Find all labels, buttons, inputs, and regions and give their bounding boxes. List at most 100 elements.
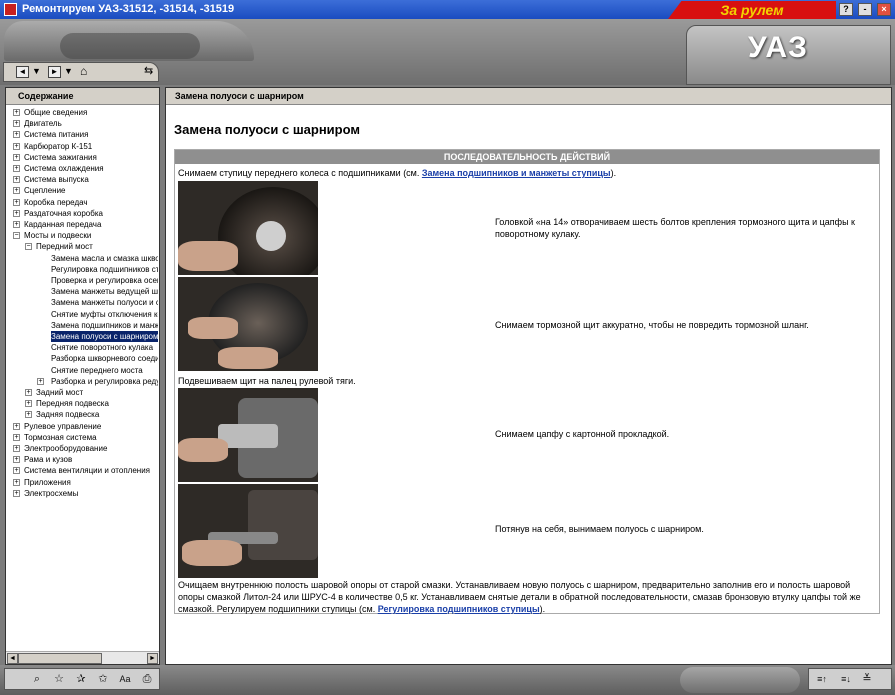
tree-expander-icon[interactable]: + [25, 411, 32, 419]
print-icon[interactable]: ⎙ [140, 672, 154, 686]
forward-arrow-icon[interactable]: ► [48, 66, 61, 78]
step-4-text: Потянув на себя, вынимаем полуось с шарн… [495, 524, 704, 534]
steps-table: ПОСЛЕДОВАТЕЛЬНОСТЬ ДЕЙСТВИЙ Снимаем ступ… [174, 149, 880, 614]
favorites-icon[interactable]: ☆ [52, 672, 66, 686]
home-icon[interactable]: ⌂ [80, 64, 87, 78]
tree-item[interactable]: Карбюратор К-151 [24, 141, 158, 152]
tree-expander-icon[interactable]: + [37, 377, 44, 385]
tree-expander-icon[interactable]: + [13, 209, 20, 217]
tree-expander-icon[interactable]: + [13, 198, 20, 206]
forward-menu-icon[interactable]: ▼ [64, 66, 73, 76]
tree-item[interactable]: Двигатель [24, 118, 158, 129]
back-arrow-icon[interactable]: ◄ [16, 66, 29, 78]
step-3-text: Снимаем цапфу с картонной прокладкой. [495, 429, 670, 439]
tree-item[interactable]: Общие сведения [24, 107, 158, 118]
tree-expander-icon[interactable]: + [25, 389, 32, 396]
section-header: ПОСЛЕДОВАТЕЛЬНОСТЬ ДЕЙСТВИЙ [175, 150, 879, 164]
tree-item[interactable]: Электрооборудование [24, 443, 158, 454]
tree-expander-icon[interactable]: + [13, 120, 20, 128]
tree-item[interactable]: Регулировка подшипников сту [51, 264, 158, 275]
tree-expander-icon[interactable]: + [13, 165, 20, 172]
tree-item[interactable]: Приложения [24, 477, 158, 488]
help-button[interactable]: ? [839, 3, 853, 16]
remove-favorite-icon[interactable]: ✩ [96, 672, 110, 686]
tree-item[interactable]: Замена подшипников и манже [51, 320, 158, 331]
tree-item[interactable]: Система вентиляции и отопления [24, 465, 158, 476]
step-2-text: Снимаем тормозной щит аккуратно, чтобы н… [495, 320, 809, 330]
tree-item[interactable]: Задняя подвеска [36, 409, 158, 420]
collapse-icon[interactable]: ≚ [860, 672, 874, 686]
contents-tree[interactable]: + Общие сведения + Двигатель + Система питани… [6, 105, 159, 651]
tree-expander-icon[interactable]: + [13, 478, 20, 486]
search-icon[interactable]: ⌕ [30, 672, 44, 686]
tree-item[interactable]: Разборка и регулировка реду [51, 376, 158, 387]
font-icon[interactable]: Aa [118, 672, 132, 686]
tree-expander-icon[interactable]: + [13, 176, 20, 184]
final-link[interactable]: Регулировка подшипников ступицы [378, 604, 540, 614]
tree-expander-icon[interactable]: + [13, 109, 20, 116]
close-button[interactable]: × [877, 3, 891, 16]
bottom-toolbar: ⌕ ☆ ✰ ✩ Aa ⎙ ≡↑ ≡↓ ≚ [0, 665, 895, 695]
car-grille-image [60, 33, 200, 59]
tree-item[interactable]: Проверка и регулировка осев [51, 275, 158, 286]
tree-item[interactable]: Сцепление [24, 185, 158, 196]
tree-item[interactable]: Система питания [24, 129, 158, 140]
tree-expander-icon[interactable]: + [13, 433, 20, 441]
tree-item[interactable]: Снятие переднего моста [51, 365, 158, 376]
tree-expander-icon[interactable]: + [13, 221, 20, 228]
tree-item[interactable]: Система зажигания [24, 152, 158, 163]
add-favorite-icon[interactable]: ✰ [74, 672, 88, 686]
sync-toc-icon[interactable]: ⇆ [144, 64, 153, 77]
tree-item[interactable]: Тормозная система [24, 432, 158, 443]
tree-item[interactable]: Задний мост [36, 387, 158, 398]
tree-item[interactable]: Система охлаждения [24, 163, 158, 174]
tree-item[interactable]: Передний мост [36, 241, 158, 252]
sort-up-icon[interactable]: ≡↑ [812, 672, 832, 686]
tree-item[interactable]: Мосты и подвески [24, 230, 158, 241]
photo-step-4 [178, 484, 318, 578]
back-menu-icon[interactable]: ▼ [32, 66, 41, 76]
minimize-button[interactable]: - [858, 3, 872, 16]
tree-item[interactable]: Снятие муфты отключения ко [51, 309, 158, 320]
tree-expander-icon[interactable]: + [25, 400, 32, 408]
step-1-text: Головкой «на 14» отворачиваем шесть болт… [495, 217, 855, 239]
tree-item[interactable]: Снятие поворотного кулака [51, 342, 158, 353]
tree-item[interactable]: Замена манжеты полуоси и с [51, 297, 158, 308]
scroll-thumb[interactable] [18, 653, 102, 664]
app-icon [4, 3, 17, 16]
tree-item[interactable]: Карданная передача [24, 219, 158, 230]
mid-paragraph: Подвешиваем щит на палец рулевой тяги. [178, 376, 356, 386]
scroll-right-icon[interactable]: ► [147, 653, 158, 664]
tree-expander-icon[interactable]: − [25, 243, 32, 251]
photo-step-2 [178, 277, 318, 371]
intro-paragraph: Снимаем ступицу переднего колеса с подши… [178, 167, 878, 179]
tree-expander-icon[interactable]: + [13, 153, 20, 161]
intro-end: ). [610, 168, 617, 178]
tree-item[interactable]: Коробка передач [24, 197, 158, 208]
logo-text: УАЗ [748, 31, 808, 64]
tree-horizontal-scrollbar[interactable]: ◄ ► [6, 651, 159, 664]
tree-item[interactable]: Передняя подвеска [36, 398, 158, 409]
tree-item[interactable]: Замена манжеты ведущей ше [51, 286, 158, 297]
tree-item[interactable]: Разборка шкворневого соеди [51, 353, 158, 364]
tree-expander-icon[interactable]: + [13, 456, 20, 464]
tree-item[interactable]: Рулевое управление [24, 421, 158, 432]
sort-down-icon[interactable]: ≡↓ [836, 672, 856, 686]
tree-item[interactable]: Электросхемы [24, 488, 158, 499]
scroll-left-icon[interactable]: ◄ [7, 653, 18, 664]
tree-expander-icon[interactable]: + [13, 187, 20, 195]
tree-item[interactable]: Раздаточная коробка [24, 208, 158, 219]
tree-expander-icon[interactable]: + [13, 131, 20, 139]
tree-expander-icon[interactable]: + [13, 467, 20, 475]
tree-expander-icon[interactable]: + [13, 445, 20, 452]
app-window: Ремонтируем УАЗ-31512, -31514, -31519 За… [0, 0, 895, 695]
tree-item[interactable]: Замена масла и смазка шкво [51, 253, 158, 264]
tree-item[interactable]: Замена полуоси с шарниром [51, 331, 158, 342]
tree-item[interactable]: Система выпуска [24, 174, 158, 185]
tree-item[interactable]: Рама и кузов [24, 454, 158, 465]
tree-expander-icon[interactable]: − [13, 232, 20, 240]
intro-link[interactable]: Замена подшипников и манжеты ступицы [422, 168, 611, 178]
tree-expander-icon[interactable]: + [13, 142, 20, 150]
tree-expander-icon[interactable]: + [13, 489, 20, 497]
tree-expander-icon[interactable]: + [13, 422, 20, 430]
